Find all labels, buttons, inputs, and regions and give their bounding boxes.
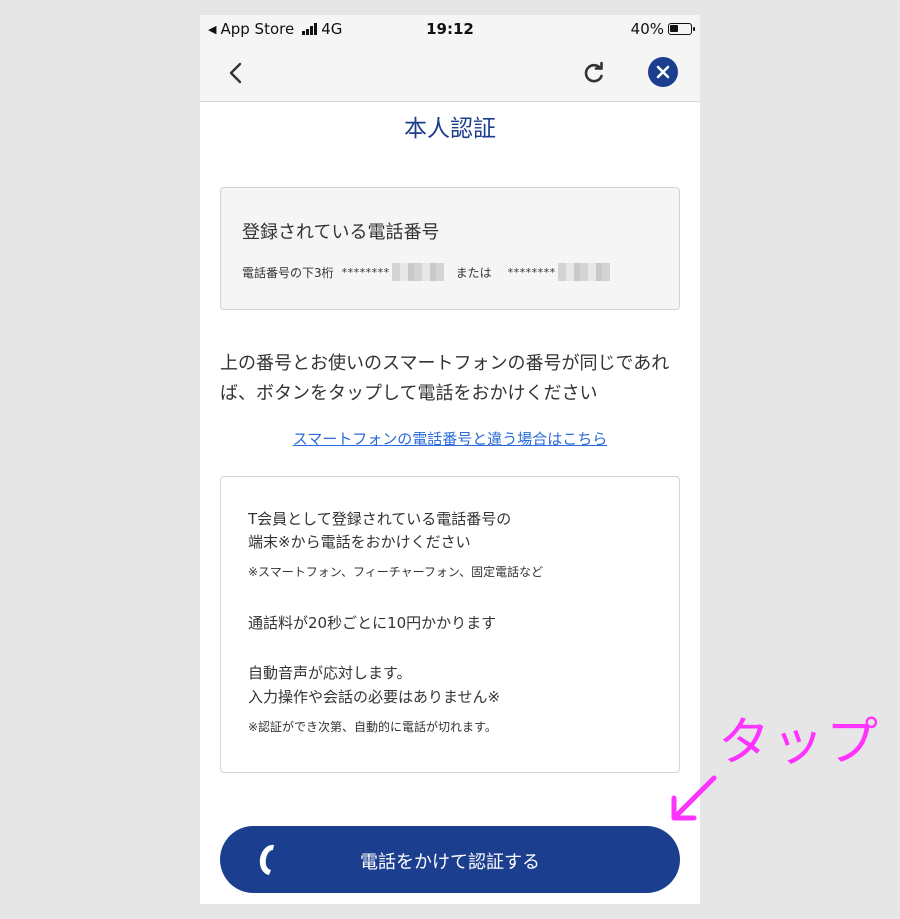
reload-icon[interactable] — [580, 59, 608, 87]
different-number-link[interactable]: スマートフォンの電話番号と違う場合はこちら — [200, 428, 700, 449]
info-note-2: ※認証ができ次第、自動的に電話が切れます。 — [248, 720, 497, 734]
registered-phone-card: 登録されている電話番号 電話番号の下3桁 ******** または ******… — [220, 187, 680, 310]
page-title: 本人認証 — [404, 116, 496, 142]
info-line-1: T会員として登録されている電話番号の — [248, 510, 512, 528]
info-note-1: ※スマートフォン、フィーチャーフォン、固定電話など — [248, 565, 544, 579]
phone-screen: ◀ App Store 4G 19:12 40% 本人認証 登録されている電話番… — [200, 15, 700, 904]
call-button-label: 電話をかけて認証する — [360, 852, 540, 873]
status-bar: ◀ App Store 4G 19:12 40% — [200, 15, 700, 45]
close-button[interactable] — [648, 57, 678, 87]
info-no-input: 入力操作や会話の必要はありません※ — [248, 688, 501, 706]
call-to-verify-button[interactable]: 電話をかけて認証する — [220, 826, 680, 893]
last-digits-label: 電話番号の下3桁 — [242, 265, 334, 280]
battery-percent: 40% — [630, 20, 664, 38]
masked-number-1: ******** — [341, 265, 390, 279]
close-icon — [656, 65, 670, 79]
battery-icon — [668, 23, 695, 35]
chevron-left-icon[interactable] — [222, 59, 250, 87]
status-time: 19:12 — [426, 20, 474, 38]
redacted-digits-1 — [391, 263, 444, 281]
status-right: 40% — [630, 20, 695, 38]
arrow-down-left-icon — [671, 775, 717, 821]
registered-phone-row: 電話番号の下3桁 ******** または ******** — [242, 263, 610, 281]
info-auto-voice: 自動音声が応対します。 — [248, 664, 412, 682]
masked-number-2: ******** — [507, 265, 556, 279]
info-line-2: 端末※から電話をおかけください — [248, 533, 471, 551]
or-label: または — [455, 265, 492, 280]
instruction-text: 上の番号とお使いのスマートフォンの番号が同じであれば、ボタンをタップして電話をお… — [220, 353, 670, 404]
redacted-digits-2 — [557, 263, 610, 281]
info-card: T会員として登録されている電話番号の 端末※から電話をおかけください ※スマート… — [220, 476, 680, 773]
registered-phone-heading: 登録されている電話番号 — [242, 222, 440, 243]
tap-annotation: タップ — [718, 713, 881, 773]
nav-bar — [200, 45, 700, 102]
info-charge: 通話料が20秒ごとに10円かかります — [248, 614, 497, 632]
